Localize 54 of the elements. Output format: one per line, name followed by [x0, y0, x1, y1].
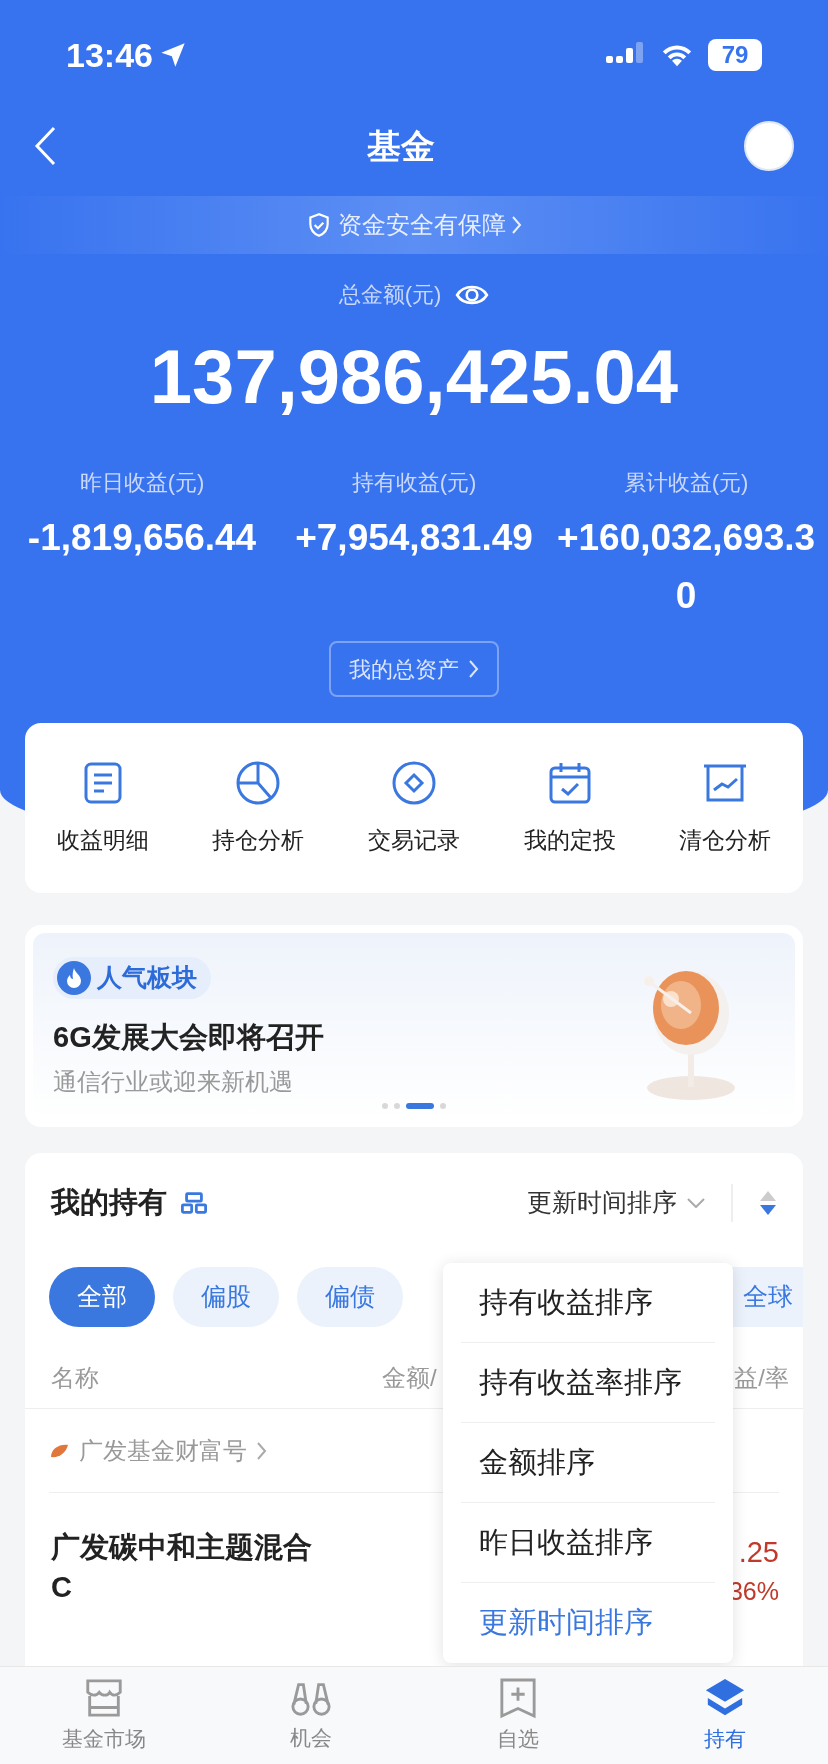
sort-option[interactable]: 昨日收益排序 — [461, 1503, 715, 1583]
line-chart-icon[interactable] — [702, 762, 749, 803]
fund-amount: .25 — [738, 1535, 779, 1570]
stat-label: 昨日收益(元) — [79, 469, 205, 497]
sort-option[interactable]: 金额排序 — [461, 1423, 715, 1503]
holdings-title: 我的持有 — [51, 1185, 167, 1221]
column-header: 名称 — [51, 1362, 99, 1393]
shortcut-label[interactable]: 持仓分析 — [212, 822, 305, 858]
sort-option[interactable]: 更新时间排序 — [461, 1583, 715, 1663]
shortcut-label[interactable]: 清仓分析 — [679, 822, 772, 858]
pager-dot[interactable] — [394, 1103, 400, 1109]
filter-chip[interactable]: 偏债 — [297, 1267, 403, 1327]
shield-icon — [306, 212, 332, 238]
stat-label: 持有收益(元) — [351, 469, 477, 497]
sort-option[interactable]: 持有收益率排序 — [461, 1343, 715, 1423]
promo-title: 6G发展大会即将召开 — [53, 1020, 325, 1055]
stat-value: +7,954,831.49 — [294, 516, 534, 560]
bookmark-plus-icon[interactable] — [498, 1676, 537, 1719]
fund-name[interactable]: 广发碳中和主题混合C — [51, 1527, 321, 1607]
shortcut-label[interactable]: 我的定投 — [523, 822, 616, 858]
filter-chip[interactable]: 偏股 — [173, 1267, 279, 1327]
promo-card[interactable]: 人气板块 6G发展大会即将召开 通信行业或迎来新机遇 — [25, 925, 803, 1127]
chevron-down-icon — [687, 1198, 705, 1208]
stat-label: 累计收益(元) — [623, 469, 749, 497]
shortcut-label[interactable]: 收益明细 — [56, 822, 149, 858]
total-amount: 137,986,425.04 — [148, 333, 680, 421]
sort-option[interactable]: 持有收益排序 — [461, 1263, 715, 1343]
battery-level: 79 — [708, 39, 762, 71]
chevron-right-icon — [469, 660, 479, 678]
calendar-icon[interactable] — [547, 760, 592, 805]
stat-value: -1,819,656.44 — [26, 516, 258, 560]
pager-dot[interactable] — [440, 1103, 446, 1109]
tab-label[interactable]: 持有 — [703, 1722, 746, 1755]
stat-value: +160,032,693.30 — [555, 516, 817, 618]
pie-chart-icon[interactable] — [235, 759, 282, 806]
page-title: 基金 — [367, 125, 435, 167]
promo-subtitle: 通信行业或迎来新机遇 — [53, 1066, 294, 1097]
sort-order-icon[interactable] — [759, 1190, 777, 1216]
total-label: 总金额(元) — [338, 281, 442, 309]
diamond-circle-icon[interactable] — [391, 759, 437, 806]
pager-dot[interactable] — [382, 1103, 388, 1109]
flame-icon — [57, 961, 91, 995]
sort-dropdown[interactable]: 更新时间排序 — [527, 1184, 705, 1222]
status-time: 13:46 — [66, 34, 153, 76]
back-icon[interactable] — [34, 125, 58, 167]
grid-icon[interactable] — [181, 1191, 207, 1215]
filter-chip[interactable]: 全部 — [49, 1267, 155, 1327]
fund-rate: 36% — [728, 1576, 779, 1607]
document-icon[interactable] — [82, 760, 123, 805]
column-header: 金额/ — [382, 1362, 437, 1393]
leaf-logo-icon — [49, 1442, 69, 1459]
column-header: 益/率 — [734, 1362, 789, 1393]
chevron-right-icon[interactable] — [257, 1441, 267, 1460]
shortcut-label[interactable]: 交易记录 — [368, 822, 460, 858]
